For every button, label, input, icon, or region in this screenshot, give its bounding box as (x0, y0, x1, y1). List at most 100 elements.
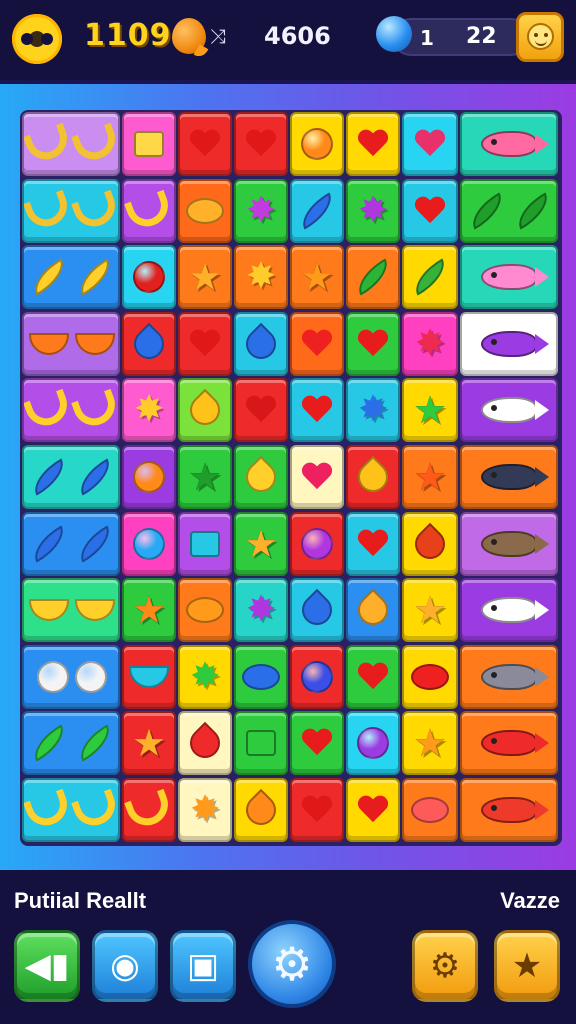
board-tile[interactable] (346, 644, 400, 709)
photo-button[interactable]: ▣ (170, 930, 236, 1002)
board-tile[interactable] (22, 511, 120, 576)
board-tile[interactable]: ✸ (402, 311, 458, 376)
board-tile[interactable] (22, 711, 120, 776)
board-tile[interactable] (460, 112, 558, 176)
board-tile[interactable] (22, 644, 120, 709)
sound-button[interactable]: ◀▮ (14, 930, 80, 1002)
board-tile[interactable] (178, 511, 232, 576)
circle-icon (133, 527, 165, 560)
heart-icon (358, 663, 388, 691)
board-tile[interactable]: ✸ (234, 178, 288, 243)
board-tile[interactable]: ★ (178, 445, 232, 509)
board-tile[interactable] (178, 711, 232, 776)
board-tile[interactable] (178, 378, 232, 443)
board-tile[interactable] (346, 245, 400, 310)
board-tile[interactable]: ★ (290, 245, 344, 310)
board-tile[interactable] (290, 644, 344, 709)
board-tile[interactable] (346, 311, 400, 376)
board-tile[interactable]: ★ (234, 511, 288, 576)
board-tile[interactable] (346, 711, 400, 776)
board-tile[interactable] (346, 511, 400, 576)
board-tile[interactable] (346, 778, 400, 842)
board-tile[interactable]: ★ (178, 245, 232, 310)
board-tile[interactable] (234, 112, 288, 176)
circle-icon (357, 727, 389, 760)
leaf-icon (407, 258, 453, 296)
board-tile[interactable] (290, 711, 344, 776)
board-tile[interactable] (346, 112, 400, 176)
board-tile[interactable]: ✸ (234, 245, 288, 310)
board-tile[interactable] (290, 112, 344, 176)
board-tile[interactable]: ★ (402, 578, 458, 643)
board-tile[interactable] (346, 445, 400, 509)
board-tile[interactable] (460, 511, 558, 576)
board-tile[interactable] (460, 311, 558, 376)
board-tile[interactable] (346, 578, 400, 643)
board-tile[interactable] (460, 445, 558, 509)
board-tile[interactable] (234, 711, 288, 776)
board-tile[interactable] (290, 311, 344, 376)
board-tile[interactable] (22, 245, 120, 310)
board-tile[interactable]: ★ (402, 711, 458, 776)
board-tile[interactable]: ✸ (346, 178, 400, 243)
board-tile[interactable] (402, 178, 458, 243)
board-tile[interactable] (22, 445, 120, 509)
board-tile[interactable]: ★ (402, 445, 458, 509)
board-tile[interactable] (22, 112, 120, 176)
board-tile[interactable] (22, 778, 120, 842)
board-tile[interactable] (22, 178, 120, 243)
board-tile[interactable] (122, 511, 176, 576)
board-tile[interactable] (290, 511, 344, 576)
board-tile[interactable] (402, 245, 458, 310)
favorites-button[interactable]: ★ (494, 930, 560, 1002)
board-tile[interactable] (234, 445, 288, 509)
board-tile[interactable]: ✸ (178, 778, 232, 842)
board-tile[interactable] (460, 644, 558, 709)
options-button[interactable]: ⚙ (412, 930, 478, 1002)
board-tile[interactable]: ✸ (122, 378, 176, 443)
board-tile[interactable] (460, 578, 558, 643)
board-tile[interactable] (122, 644, 176, 709)
board-tile[interactable] (460, 178, 558, 243)
board-tile[interactable] (22, 578, 120, 643)
board-tile[interactable] (460, 711, 558, 776)
board-tile[interactable] (122, 112, 176, 176)
board-tile[interactable]: ★ (122, 711, 176, 776)
board-tile[interactable] (290, 778, 344, 842)
board-tile[interactable]: ✸ (234, 578, 288, 643)
board-tile[interactable] (22, 311, 120, 376)
board-tile[interactable] (460, 778, 558, 842)
board-tile[interactable] (234, 378, 288, 443)
board-tile[interactable] (178, 178, 232, 243)
board-tile[interactable] (122, 178, 176, 243)
board-tile[interactable] (122, 245, 176, 310)
board-tile[interactable]: ★ (402, 378, 458, 443)
board-tile[interactable] (234, 311, 288, 376)
board-tile[interactable] (290, 378, 344, 443)
oval-icon (186, 597, 224, 624)
board-tile[interactable] (402, 511, 458, 576)
board-tile[interactable]: ✸ (178, 644, 232, 709)
board-tile[interactable] (178, 311, 232, 376)
settings-button[interactable]: ⚙ (248, 920, 336, 1008)
board-tile[interactable] (234, 644, 288, 709)
camera-button[interactable]: ◉ (92, 930, 158, 1002)
board-tile[interactable] (402, 778, 458, 842)
profile-button[interactable] (516, 12, 564, 62)
board-tile[interactable]: ✸ (346, 378, 400, 443)
board-tile[interactable] (402, 644, 458, 709)
board-tile[interactable] (290, 445, 344, 509)
board-tile[interactable] (178, 578, 232, 643)
board-tile[interactable] (290, 578, 344, 643)
board-tile[interactable]: ★ (122, 578, 176, 643)
board-tile[interactable] (234, 778, 288, 842)
board-tile[interactable] (22, 378, 120, 443)
board-tile[interactable] (122, 445, 176, 509)
board-tile[interactable] (122, 778, 176, 842)
board-tile[interactable] (460, 378, 558, 443)
board-tile[interactable] (402, 112, 458, 176)
board-tile[interactable] (290, 178, 344, 243)
board-tile[interactable] (460, 245, 558, 310)
board-tile[interactable] (122, 311, 176, 376)
board-tile[interactable] (178, 112, 232, 176)
